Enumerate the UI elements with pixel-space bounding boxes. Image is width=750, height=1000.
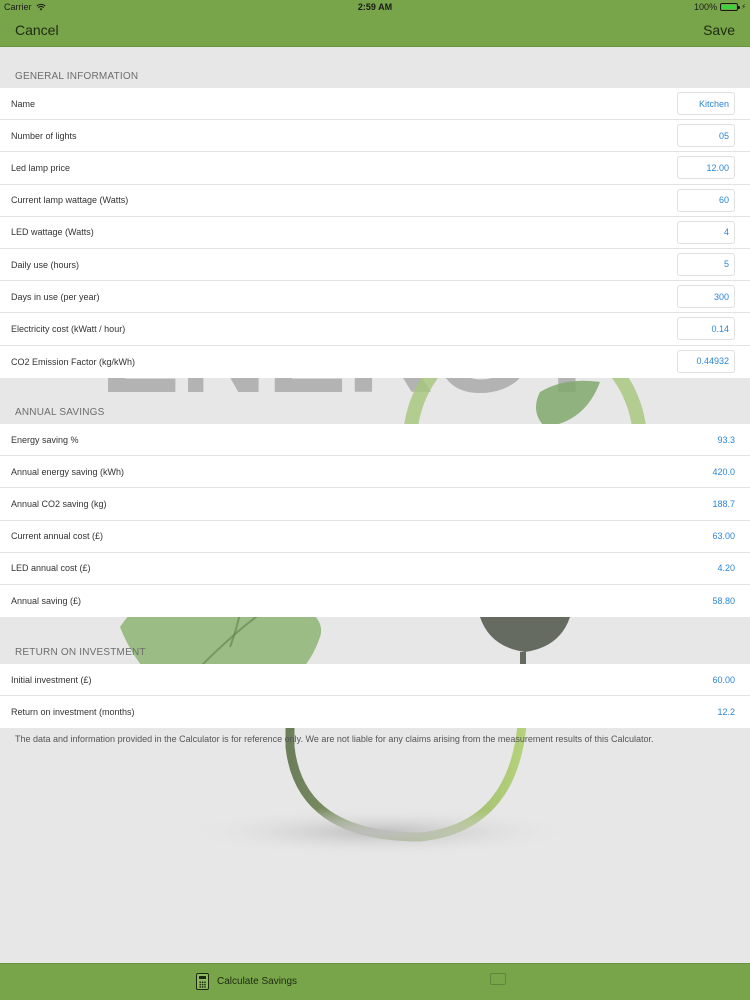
annual-energy-saving-value: 420.0 [712, 466, 735, 477]
disclaimer-text: The data and information provided in the… [15, 734, 654, 744]
days-in-use-label: Days in use (per year) [11, 291, 100, 302]
table-row: Annual energy saving (kWh) 420.0 [0, 456, 750, 489]
calculator-icon [196, 973, 209, 990]
co2-emission-factor-label: CO2 Emission Factor (kg/kWh) [11, 356, 136, 367]
initial-investment-label: Initial investment (£) [11, 674, 92, 685]
energy-saving-percent-value: 93.3 [717, 434, 735, 445]
table-row: Number of lights [0, 120, 750, 153]
table-row: Current annual cost (£) 63.00 [0, 521, 750, 553]
co2-emission-factor-field[interactable] [677, 349, 735, 373]
annual-co2-saving-label: Annual CO2 saving (kg) [11, 498, 107, 509]
general-information-group: Name Number of lights Led lamp price Cur… [0, 88, 750, 378]
secondary-tab[interactable] [490, 973, 506, 985]
return-on-investment-header: RETURN ON INVESTMENT [15, 647, 146, 658]
energy-saving-percent-label: Energy saving % [11, 434, 79, 445]
battery-percent: 100% [694, 2, 718, 12]
current-lamp-wattage-field[interactable] [677, 188, 735, 212]
annual-co2-saving-value: 188.7 [712, 498, 735, 509]
table-row: Return on investment (months) 12.2 [0, 696, 750, 728]
table-row: CO2 Emission Factor (kg/kWh) [0, 346, 750, 378]
daily-use-label: Daily use (hours) [11, 259, 80, 270]
charging-icon: ⚡ [741, 4, 746, 11]
roi-months-label: Return on investment (months) [11, 707, 135, 718]
daily-use-field[interactable] [677, 252, 735, 276]
tab-bar: Calculate Savings [0, 963, 750, 1000]
table-row: LED wattage (Watts) [0, 217, 750, 249]
current-lamp-wattage-label: Current lamp wattage (Watts) [11, 195, 129, 206]
days-in-use-field[interactable] [677, 285, 735, 309]
table-row: LED annual cost (£) 4.20 [0, 553, 750, 585]
led-wattage-field[interactable] [677, 220, 735, 244]
annual-savings-group: Energy saving % 93.3 Annual energy savin… [0, 424, 750, 617]
navigation-bar: Cancel Save [0, 14, 750, 47]
secondary-tab-icon [490, 973, 506, 985]
annual-savings-header: ANNUAL SAVINGS [15, 407, 105, 418]
annual-saving-value: 58.80 [712, 596, 735, 607]
initial-investment-value: 60.00 [712, 674, 735, 685]
table-row: Current lamp wattage (Watts) [0, 185, 750, 217]
electricity-cost-field[interactable] [677, 317, 735, 341]
name-label: Name [11, 98, 36, 109]
led-annual-cost-value: 4.20 [717, 563, 735, 574]
current-annual-cost-value: 63.00 [712, 531, 735, 542]
table-row: Energy saving % 93.3 [0, 424, 750, 457]
annual-saving-label: Annual saving (£) [11, 596, 82, 607]
status-time: 2:59 AM [357, 2, 393, 12]
battery-status: 100% ⚡ [694, 2, 746, 12]
general-information-header: GENERAL INFORMATION [15, 71, 139, 82]
table-row: Electricity cost (kWatt / hour) [0, 313, 750, 346]
led-lamp-price-label: Led lamp price [11, 162, 71, 173]
led-lamp-price-field[interactable] [677, 156, 735, 180]
led-wattage-label: LED wattage (Watts) [11, 227, 94, 238]
number-of-lights-field[interactable] [677, 124, 735, 148]
table-row: Led lamp price [0, 152, 750, 185]
current-annual-cost-label: Current annual cost (£) [11, 531, 104, 542]
calculate-savings-label: Calculate Savings [217, 976, 298, 987]
calculate-savings-tab[interactable]: Calculate Savings [196, 973, 297, 990]
table-row: Annual CO2 saving (kg) 188.7 [0, 488, 750, 521]
name-field[interactable] [677, 92, 735, 115]
battery-icon [720, 3, 741, 11]
table-row: Daily use (hours) [0, 249, 750, 282]
electricity-cost-label: Electricity cost (kWatt / hour) [11, 323, 126, 334]
table-row: Annual saving (£) 58.80 [0, 585, 750, 617]
led-annual-cost-label: LED annual cost (£) [11, 563, 91, 574]
roi-months-value: 12.2 [717, 707, 735, 718]
save-button[interactable]: Save [703, 22, 735, 38]
cancel-button[interactable]: Cancel [15, 22, 59, 38]
status-bar: Carrier 2:59 AM 100% ⚡ [0, 0, 750, 14]
table-row: Days in use (per year) [0, 281, 750, 314]
return-on-investment-group: Initial investment (£) 60.00 Return on i… [0, 664, 750, 728]
table-row: Name [0, 88, 750, 121]
annual-energy-saving-label: Annual energy saving (kWh) [11, 466, 125, 477]
number-of-lights-label: Number of lights [11, 130, 77, 141]
table-row: Initial investment (£) 60.00 [0, 664, 750, 697]
